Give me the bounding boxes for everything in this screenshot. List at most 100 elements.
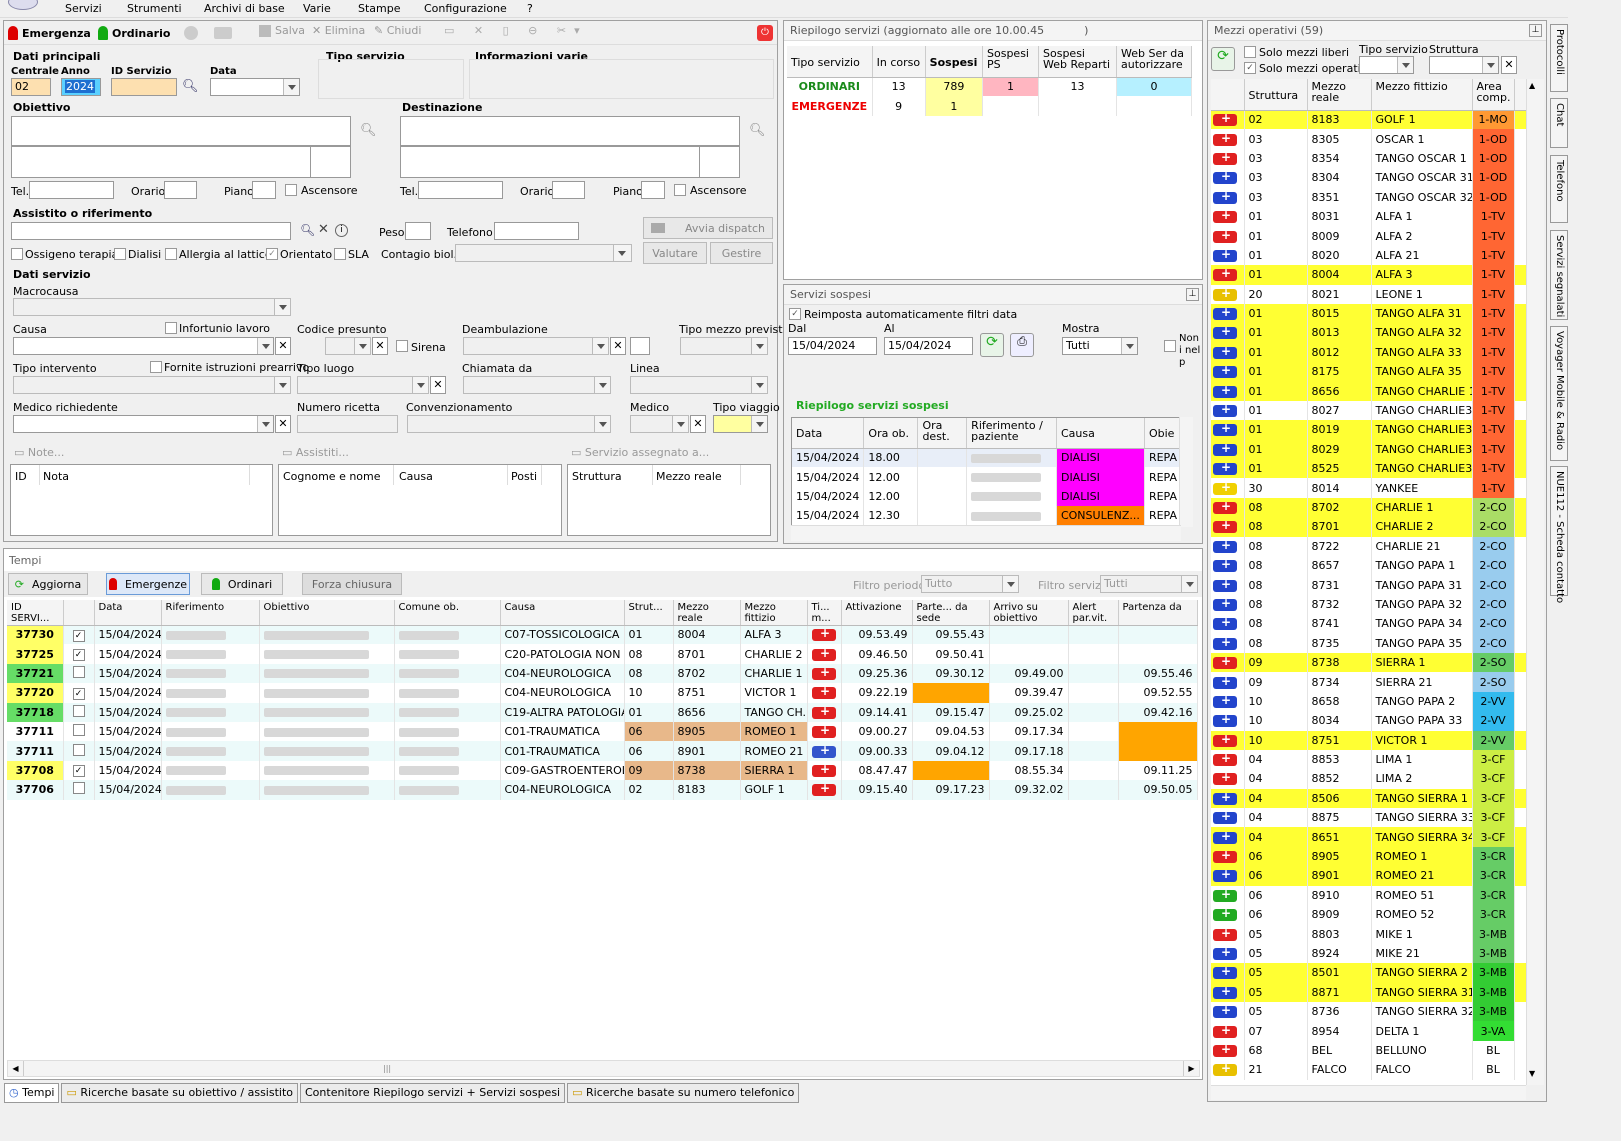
mezzo-row[interactable]: 068910ROMEO 513-CR	[1211, 885, 1526, 906]
vtab-servizi-segnalati[interactable]: Servizi segnalati	[1550, 230, 1568, 320]
tempi-row[interactable]: 37718 15/04/2024 C19-ALTRA PATOLOGIA 01 8656…	[7, 702, 1198, 722]
tempi-hscroll[interactable]: ◀ ▶ |||	[7, 1060, 1200, 1077]
mostra-field[interactable]: Tutti	[1062, 337, 1138, 355]
tempi-checkbox-cell[interactable]: ✓	[63, 644, 95, 664]
mezzo-row[interactable]: 018004ALFA 31-TV	[1211, 265, 1526, 285]
obiettivo-address-1[interactable]	[11, 116, 351, 146]
tempi-checkbox[interactable]	[72, 782, 85, 795]
tempi-checkbox[interactable]: ✓	[72, 687, 85, 700]
tempi-col-header[interactable]: Alert par.vit.	[1068, 600, 1119, 626]
mezzi-pin-icon[interactable]: ⊥	[1529, 24, 1542, 37]
mezzo-row[interactable]: 078954DELTA 13-VA	[1211, 1021, 1526, 1041]
mezzo-row[interactable]: 088731TANGO PAPA 312-CO	[1211, 575, 1526, 595]
mezzi-hscroll[interactable]	[1211, 1085, 1526, 1100]
mezzo-row[interactable]: 058501TANGO SIERRA 23-MB	[1211, 963, 1526, 983]
sospesi-row[interactable]: 15/04/2024 18.00 DIALISI REPA	[792, 448, 1180, 468]
mezzo-row[interactable]: 018020ALFA 211-TV	[1211, 245, 1526, 266]
tools-icons[interactable]: ▭ ✕ ▯ ⊖ ✂▾	[444, 24, 588, 37]
destinazione-orario-field[interactable]	[552, 181, 585, 199]
dialisi-checkbox[interactable]	[114, 248, 126, 260]
assistito-field[interactable]	[11, 222, 291, 240]
menu-strumenti[interactable]: Strumenti	[127, 2, 182, 15]
vtab-chat[interactable]: Chat	[1550, 98, 1568, 148]
tempi-checkbox[interactable]	[72, 704, 85, 717]
mezzo-row[interactable]: 088702CHARLIE 12-CO	[1211, 497, 1526, 518]
obiettivo-orario-field[interactable]	[164, 181, 197, 199]
centrale-field[interactable]: 02	[11, 78, 51, 96]
tempi-row[interactable]: 37720 ✓ 15/04/2024 C04-NEUROLOGICA 10 8751 VIC…	[7, 683, 1198, 703]
mezzo-row[interactable]: 048875TANGO SIERRA 333-CF	[1211, 808, 1526, 828]
tempi-row[interactable]: 37711 15/04/2024 C01-TRAUMATICA 06 8905 ROMEO…	[7, 721, 1198, 742]
codice-clear-button[interactable]: ✕	[372, 337, 388, 355]
codice-presunto-field[interactable]	[325, 337, 371, 355]
reimposta-checkbox[interactable]: ✓	[789, 308, 801, 320]
obiettivo-search-icon[interactable]: 🔍︎	[360, 123, 377, 138]
filtro-servizi-field[interactable]: Tutti	[1100, 575, 1198, 593]
ordinario-button[interactable]: Ordinario	[98, 24, 170, 42]
tempi-checkbox-cell[interactable]	[63, 702, 95, 722]
mezzo-row[interactable]: 108658TANGO PAPA 22-VV	[1211, 691, 1526, 712]
refresh-icon[interactable]: ⟳	[980, 333, 1004, 357]
mezzo-row[interactable]: 088732TANGO PAPA 322-CO	[1211, 594, 1526, 615]
tempi-col-header[interactable]: Obiettivo	[259, 600, 395, 626]
medico-field[interactable]	[630, 415, 689, 433]
mezzo-row[interactable]: 048853LIMA 13-CF	[1211, 749, 1526, 770]
macrocausa-field[interactable]	[13, 298, 291, 316]
mezzo-row[interactable]: 018031ALFA 11-TV	[1211, 206, 1526, 227]
tempi-checkbox-cell[interactable]	[63, 741, 95, 761]
obiettivo-address-2[interactable]	[11, 146, 311, 178]
vtab-nue112[interactable]: NUE112 - Scheda contatto	[1550, 466, 1568, 603]
tempi-col-header[interactable]: Parte... da sede	[912, 600, 990, 626]
tempi-col-header[interactable]: Mezzo reale	[673, 600, 741, 626]
tempi-row[interactable]: 37706 15/04/2024 C04-NEUROLOGICA 02 8183 GOLF…	[7, 780, 1198, 800]
mezzo-row[interactable]: 018656TANGO CHARLIE 11-TV	[1211, 381, 1526, 401]
tipo-luogo-clear-button[interactable]: ✕	[430, 376, 446, 394]
tempi-col-header[interactable]: Comune ob.	[394, 600, 501, 626]
tempi-checkbox-cell[interactable]: ✓	[63, 625, 95, 645]
mezzo-row[interactable]: 108034TANGO PAPA 332-VV	[1211, 711, 1526, 731]
print-sospesi-icon[interactable]: ⎙	[1010, 333, 1034, 357]
sirena-checkbox[interactable]	[396, 340, 408, 352]
tempi-col-header[interactable]: Mezzo fittizio	[740, 600, 808, 626]
numero-ricetta-field[interactable]	[297, 415, 398, 433]
mezzo-row[interactable]: 038354TANGO OSCAR 11-OD	[1211, 148, 1526, 169]
tempi-col-header[interactable]: Partenza da	[1118, 600, 1198, 626]
tab-tempi[interactable]: ◷ Tempi	[4, 1083, 60, 1103]
allergia-checkbox[interactable]	[165, 248, 177, 260]
dal-field[interactable]: 15/04/2024	[788, 337, 877, 355]
mezzo-row[interactable]: 058871TANGO SIERRA 313-MB	[1211, 982, 1526, 1002]
forza-chiusura-button[interactable]: Forza chiusura	[302, 573, 402, 595]
mezzo-row[interactable]: 048651TANGO SIERRA 343-CF	[1211, 827, 1526, 847]
tipo-mezzo-field[interactable]	[680, 337, 768, 355]
tempi-col-header[interactable]: Data	[94, 600, 162, 626]
tempi-col-header[interactable]: Strut...	[624, 600, 674, 626]
obiettivo-tel-field[interactable]	[29, 181, 114, 199]
deambulazione-clear-button[interactable]: ✕	[610, 337, 626, 355]
riepilogo-row-ordinari[interactable]: ORDINARI 13 789 1 13 0	[787, 77, 1192, 97]
causa-clear-button[interactable]: ✕	[275, 337, 291, 355]
obiettivo-ascensore-checkbox[interactable]	[285, 184, 297, 196]
assistito-info-icon[interactable]: i	[335, 224, 348, 237]
mezzo-row[interactable]: 018175TANGO ALFA 351-TV	[1211, 362, 1526, 382]
peso-field[interactable]	[405, 222, 431, 240]
mezzo-row[interactable]: 058803MIKE 13-MB	[1211, 924, 1526, 944]
servizio-assegnato-label[interactable]: ▭ Servizio assegnato a...	[571, 446, 709, 459]
mezzo-row[interactable]: 068909ROMEO 523-CR	[1211, 905, 1526, 925]
note-label[interactable]: ▭ Note...	[14, 446, 64, 459]
mezzo-row[interactable]: 088657TANGO PAPA 12-CO	[1211, 555, 1526, 576]
mezzo-row[interactable]: 018027TANGO CHARLIE311-TV	[1211, 400, 1526, 421]
ordinari-button[interactable]: Ordinari	[201, 573, 283, 595]
destinazione-piano-field[interactable]	[641, 181, 665, 199]
orientato-checkbox[interactable]: ✓	[266, 248, 278, 260]
mezzo-row[interactable]: 038304TANGO OSCAR 311-OD	[1211, 168, 1526, 188]
solo-liberi-checkbox[interactable]	[1244, 46, 1256, 58]
tipo-servizio-filter[interactable]	[1359, 56, 1414, 74]
vtab-protocolli[interactable]: Protocolli	[1550, 24, 1568, 92]
mezzo-row[interactable]: 038351TANGO OSCAR 321-OD	[1211, 187, 1526, 207]
medico-clear-button[interactable]: ✕	[690, 415, 706, 433]
sospesi-pin-icon[interactable]: ⊥	[1186, 288, 1199, 301]
tempi-col-header[interactable]: Causa	[500, 600, 625, 626]
mezzo-row[interactable]: 058736TANGO SIERRA 323-MB	[1211, 1001, 1526, 1022]
mezzo-row[interactable]: 68BELBELLUNOBL	[1211, 1040, 1526, 1061]
telefono-field[interactable]	[494, 222, 579, 240]
